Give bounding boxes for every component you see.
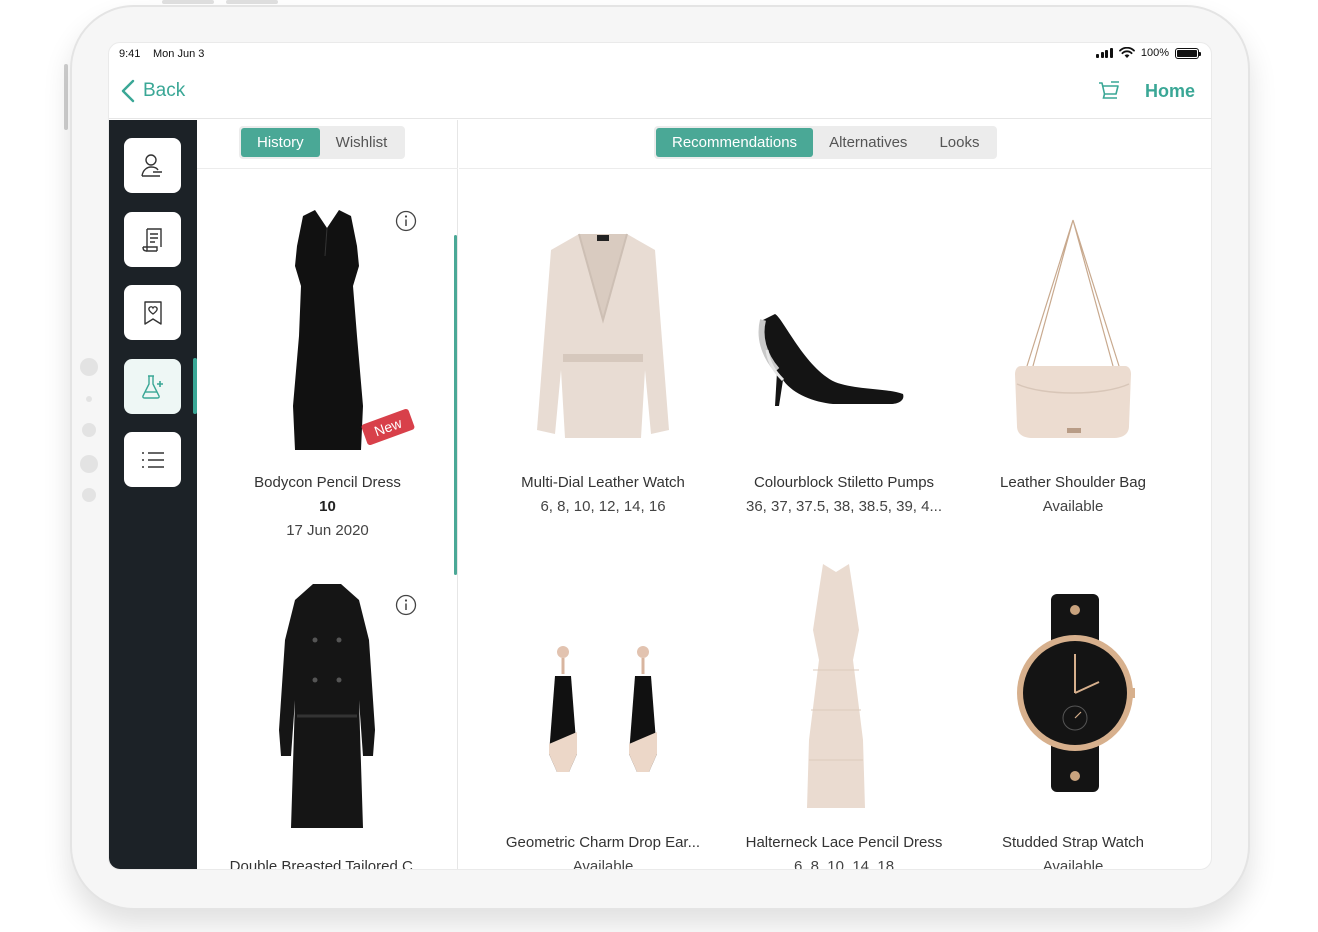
status-time: 9:41: [119, 48, 141, 60]
wishlist-bookmark-icon: [143, 300, 162, 325]
sidebar-item-list[interactable]: [124, 432, 181, 487]
battery-percent: 100%: [1140, 47, 1169, 59]
drop-earrings-image: [549, 646, 657, 772]
bodycon-dress-image: [293, 210, 363, 450]
tailored-coat-image: [279, 584, 375, 828]
sidebar-item-orders[interactable]: [124, 212, 181, 267]
signal-icon: [1096, 48, 1113, 58]
lab-flask-icon: [141, 374, 163, 399]
device-sensor: [80, 455, 98, 473]
cart-icon[interactable]: [1097, 79, 1121, 103]
history-panel: History Wishlist New Bodycon Pencil Dres…: [197, 120, 458, 870]
list-icon: [141, 451, 164, 468]
history-item-size: 10: [319, 498, 336, 515]
home-button[interactable]: Home: [1145, 81, 1195, 102]
product-name: Halterneck Lace Pencil Dress: [745, 834, 943, 851]
product-detail: Available: [1042, 858, 1104, 870]
recommendations-panel: Recommendations Alternatives Looks Multi…: [459, 120, 1211, 870]
history-item-name: Bodycon Pencil Dress: [254, 474, 401, 491]
status-bar: 9:41 Mon Jun 3 100%: [109, 43, 1211, 65]
product-detail: 6, 8, 10, 14, 18: [793, 858, 895, 870]
device-sensor: [82, 423, 96, 437]
scroll-indicator[interactable]: [454, 235, 457, 575]
chevron-left-icon: [121, 79, 135, 103]
product-name: Geometric Charm Drop Ear...: [505, 834, 701, 851]
info-icon[interactable]: [395, 594, 417, 616]
tab-alternatives[interactable]: Alternatives: [813, 128, 923, 157]
sidebar-item-lab[interactable]: [124, 359, 181, 414]
device-sensor: [86, 396, 92, 402]
tab-recommendations[interactable]: Recommendations: [656, 128, 814, 157]
sidebar: [109, 120, 197, 869]
tab-history[interactable]: History: [241, 128, 320, 157]
product-name: Leather Shoulder Bag: [1000, 474, 1146, 491]
divider: [197, 168, 458, 169]
back-button[interactable]: Back: [121, 79, 185, 103]
tab-looks[interactable]: Looks: [923, 128, 995, 157]
reco-tabs: Recommendations Alternatives Looks: [654, 126, 998, 159]
history-item-name: Double Breasted Tailored C...: [229, 858, 426, 870]
history-tabs: History Wishlist: [239, 126, 406, 159]
device-power-button: [64, 64, 68, 130]
battery-icon: [1175, 47, 1201, 59]
receipt-icon: [141, 227, 162, 252]
wifi-icon: [1118, 47, 1135, 58]
lace-dress-image: [807, 564, 865, 808]
device-sensor: [80, 358, 98, 376]
product-detail: Available: [572, 858, 634, 870]
stiletto-pumps-image: [758, 314, 904, 406]
blazer-image: [537, 233, 669, 438]
product-name: Studded Strap Watch: [1001, 834, 1145, 851]
divider: [459, 168, 1211, 169]
history-item-date: 17 Jun 2020: [286, 522, 369, 539]
sidebar-item-profile[interactable]: [124, 138, 181, 193]
strap-watch-image: [1017, 594, 1135, 792]
sidebar-item-wishlist[interactable]: [124, 285, 181, 340]
product-name: Colourblock Stiletto Pumps: [753, 474, 935, 491]
product-detail: 36, 37, 37.5, 38, 38.5, 39, 4...: [746, 498, 942, 515]
product-detail: 6, 8, 10, 12, 14, 16: [540, 498, 666, 515]
app-screen: 9:41 Mon Jun 3 100% Back Home History Wi…: [108, 42, 1212, 870]
navigation-bar: Back Home: [109, 65, 1211, 119]
device-sensor: [82, 488, 96, 502]
back-label: Back: [143, 80, 186, 101]
info-icon[interactable]: [395, 210, 417, 232]
product-detail: Available: [1042, 498, 1104, 515]
device-volume-button: [162, 0, 214, 4]
product-name: Multi-Dial Leather Watch: [521, 474, 685, 491]
profile-icon: [140, 153, 162, 177]
tab-wishlist[interactable]: Wishlist: [320, 128, 404, 157]
shoulder-bag-image: [1015, 219, 1131, 438]
status-date: Mon Jun 3: [153, 48, 205, 60]
device-volume-button: [226, 0, 278, 4]
